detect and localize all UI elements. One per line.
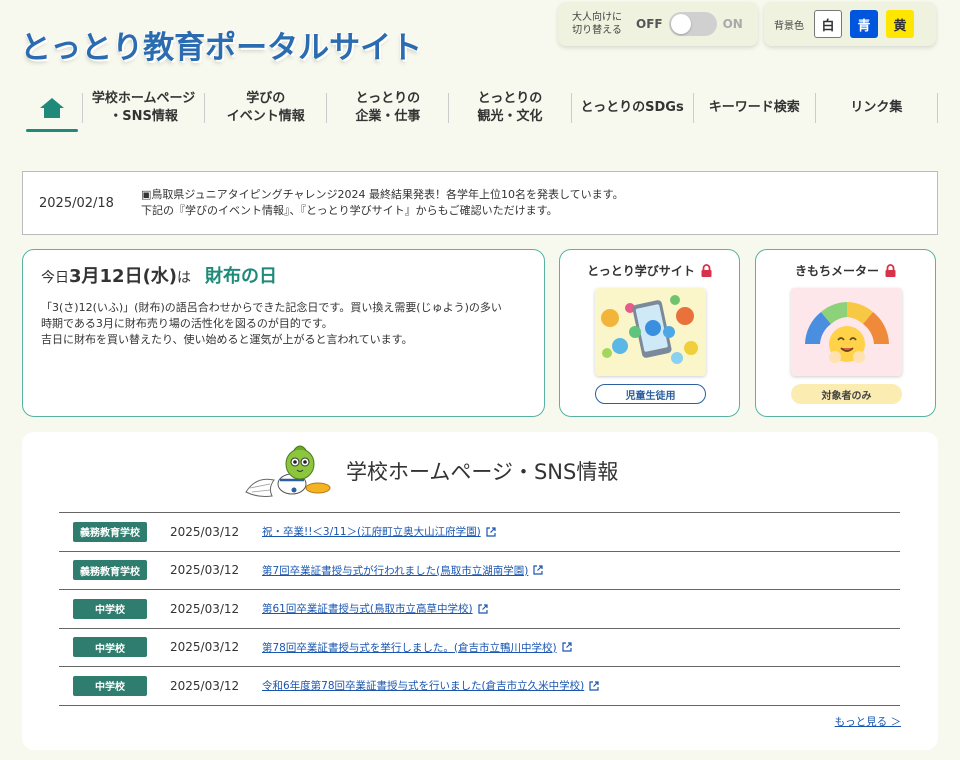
today-prefix: 今日 bbox=[41, 270, 69, 286]
adult-mode-label-line1: 大人向けに bbox=[572, 12, 622, 23]
nav-keyword-search[interactable]: キーワード検索 bbox=[692, 93, 815, 123]
post-link[interactable]: 第7回卒業証書授与式が行われました(鳥取市立湖南学園) bbox=[262, 563, 528, 578]
external-link-icon bbox=[477, 604, 488, 614]
school-type-badge: 中学校 bbox=[73, 675, 147, 696]
card-title: とっとり学びサイト bbox=[560, 262, 739, 279]
external-link-icon bbox=[486, 527, 496, 537]
nav-links[interactable]: リンク集 bbox=[814, 93, 938, 123]
news-text: ▣鳥取県ジュニアタイピングチャレンジ2024 最終結果発表！各学年上位10名を発… bbox=[141, 187, 624, 219]
news-date: 2025/02/18 bbox=[39, 195, 114, 211]
kimochi-meter-image[interactable] bbox=[791, 288, 902, 376]
school-type-badge: 中学校 bbox=[73, 598, 147, 619]
bg-yellow-button[interactable]: 黄 bbox=[886, 10, 914, 38]
sns-list: 義務教育学校 2025/03/12 祝・卒業!!＜3/11＞(江府町立奥大山江府… bbox=[59, 512, 900, 706]
list-item: 中学校 2025/03/12 第78回卒業証書授与式を挙行しました。(倉吉市立鴨… bbox=[59, 629, 900, 667]
toggle-on-label: ON bbox=[722, 17, 743, 31]
today-description: 「3(さ)12(いふ)」(財布)の語呂合わせからできた記念日です。買い換え需要(… bbox=[41, 301, 502, 346]
mood-meter-illustration bbox=[791, 288, 902, 376]
card-title-text: とっとり学びサイト bbox=[587, 264, 695, 278]
restricted-access-button[interactable]: 対象者のみ bbox=[791, 384, 902, 404]
adult-mode-label: 大人向けに 切り替える bbox=[568, 11, 626, 37]
today-particle: は bbox=[177, 270, 192, 286]
external-link-icon bbox=[561, 642, 572, 652]
see-more-link[interactable]: もっと見る ＞ bbox=[835, 714, 901, 729]
toggle-off-label: OFF bbox=[636, 17, 663, 31]
background-color-label: 背景色 bbox=[774, 20, 804, 32]
list-item: 中学校 2025/03/12 令和6年度第78回卒業証書授与式を行いました(倉吉… bbox=[59, 667, 900, 706]
external-link-icon bbox=[589, 681, 599, 691]
news-line: ▣鳥取県ジュニアタイピングチャレンジ2024 最終結果発表！各学年上位10名を発… bbox=[141, 188, 624, 201]
post-date: 2025/03/12 bbox=[170, 601, 240, 616]
post-link[interactable]: 第61回卒業証書授与式(鳥取市立高草中学校) bbox=[262, 601, 473, 616]
post-link[interactable]: 令和6年度第78回卒業証書授与式を行いました(倉吉市立久米中学校) bbox=[262, 678, 584, 693]
today-heading: 今日 3月12日(水) は 財布の日 bbox=[41, 262, 526, 288]
mascot-icon bbox=[245, 445, 331, 497]
post-link[interactable]: 祝・卒業!!＜3/11＞(江府町立奥大山江府学園) bbox=[262, 524, 481, 539]
nav-school-sns[interactable]: 学校ホームページ ・SNS情報 bbox=[82, 91, 204, 124]
list-item: 義務教育学校 2025/03/12 第7回卒業証書授与式が行われました(鳥取市立… bbox=[59, 552, 900, 590]
lock-icon bbox=[701, 264, 712, 277]
sns-heading: 学校ホームページ・SNS情報 bbox=[242, 442, 618, 500]
card-title-text: きもちメーター bbox=[794, 264, 879, 278]
site-logo[interactable]: とっとり教育ポータルサイト bbox=[20, 22, 422, 67]
card-title: きもちメーター bbox=[756, 262, 935, 279]
school-sns-section: 学校ホームページ・SNS情報 義務教育学校 2025/03/12 祝・卒業!!＜… bbox=[22, 432, 938, 750]
post-date: 2025/03/12 bbox=[170, 678, 240, 693]
background-color-panel: 背景色 白 青 黄 bbox=[764, 2, 936, 46]
manabi-site-image[interactable] bbox=[595, 288, 706, 376]
phone-bubbles-illustration bbox=[595, 288, 706, 376]
kimochi-meter-card[interactable]: きもちメーター 対象者のみ bbox=[755, 249, 936, 417]
nav-companies[interactable]: とっとりの 企業・仕事 bbox=[326, 91, 448, 124]
bg-white-button[interactable]: 白 bbox=[814, 10, 842, 38]
nav-sdgs[interactable]: とっとりのSDGs bbox=[570, 93, 693, 123]
main-nav: 学校ホームページ ・SNS情報 学びの イベント情報 とっとりの 企業・仕事 と… bbox=[22, 86, 938, 132]
post-date: 2025/03/12 bbox=[170, 563, 240, 578]
lock-icon bbox=[885, 264, 896, 277]
today-day-name: 財布の日 bbox=[205, 266, 278, 287]
news-box: 2025/02/18 ▣鳥取県ジュニアタイピングチャレンジ2024 最終結果発表… bbox=[22, 171, 938, 235]
adult-mode-label-line2: 切り替える bbox=[572, 25, 622, 36]
school-type-badge: 義務教育学校 bbox=[73, 521, 147, 542]
post-date: 2025/03/12 bbox=[170, 524, 240, 539]
post-date: 2025/03/12 bbox=[170, 640, 240, 655]
school-type-badge: 中学校 bbox=[73, 637, 147, 658]
student-use-button[interactable]: 児童生徒用 bbox=[595, 384, 706, 404]
adult-mode-toggle-panel: 大人向けに 切り替える OFF ON bbox=[558, 2, 758, 46]
today-card: 今日 3月12日(水) は 財布の日 「3(さ)12(いふ)」(財布)の語呂合わ… bbox=[22, 249, 545, 417]
nav-tourism[interactable]: とっとりの 観光・文化 bbox=[448, 91, 570, 124]
external-link-icon bbox=[533, 565, 543, 575]
adult-mode-switch[interactable] bbox=[668, 12, 717, 36]
sns-section-title: 学校ホームページ・SNS情報 bbox=[346, 460, 619, 484]
list-item: 中学校 2025/03/12 第61回卒業証書授与式(鳥取市立高草中学校) bbox=[59, 590, 900, 629]
list-item: 義務教育学校 2025/03/12 祝・卒業!!＜3/11＞(江府町立奥大山江府… bbox=[59, 513, 900, 552]
bg-blue-button[interactable]: 青 bbox=[850, 10, 878, 38]
manabi-site-card[interactable]: とっとり学びサイト 児童生徒用 bbox=[559, 249, 740, 417]
news-line: 下記の『学びのイベント情報』、『とっとり学びサイト』からもご確認いただけます。 bbox=[141, 204, 558, 217]
switch-knob bbox=[670, 14, 691, 34]
home-icon bbox=[40, 98, 64, 118]
school-type-badge: 義務教育学校 bbox=[73, 560, 147, 581]
today-date: 3月12日(水) bbox=[69, 266, 178, 287]
post-link[interactable]: 第78回卒業証書授与式を挙行しました。(倉吉市立鴨川中学校) bbox=[262, 640, 557, 655]
nav-home[interactable] bbox=[22, 86, 82, 132]
nav-events[interactable]: 学びの イベント情報 bbox=[204, 91, 326, 124]
